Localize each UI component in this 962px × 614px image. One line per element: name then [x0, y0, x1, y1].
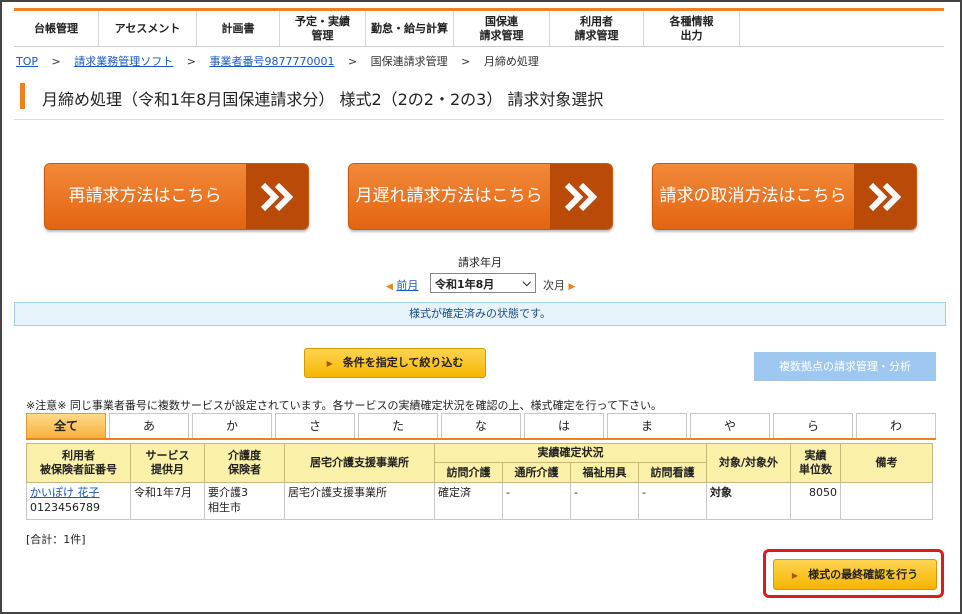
cell-visit-nursing: -: [638, 482, 707, 520]
billing-month-select[interactable]: 令和1年8月 ⌵: [430, 273, 536, 293]
cell-visit-care: 確定済: [434, 482, 503, 520]
tab-underline: [26, 438, 936, 440]
tab-na[interactable]: な: [441, 413, 521, 438]
triangle-left-icon: ◀: [386, 282, 393, 292]
tab-ka[interactable]: か: [192, 413, 272, 438]
breadcrumb-separator: >: [347, 55, 358, 68]
rebill-method-label: 再請求方法はこちら: [68, 186, 222, 206]
tab-ya[interactable]: や: [690, 413, 770, 438]
tab-wa[interactable]: わ: [856, 413, 936, 438]
breadcrumb-separator: >: [51, 55, 61, 68]
care-level: 要介護3: [208, 486, 248, 499]
rebill-method-button[interactable]: 再請求方法はこちら: [44, 163, 309, 230]
nav-schedule[interactable]: 予定・実績 管理: [280, 11, 366, 46]
nav-national-billing[interactable]: 国保連 請求管理: [454, 11, 550, 46]
breadcrumb-office-number[interactable]: 事業者番号9877770001: [209, 55, 334, 68]
tab-sa[interactable]: さ: [275, 413, 355, 438]
cell-target: 対象: [706, 482, 791, 520]
header-care-level: 介護度 保険者: [204, 443, 285, 483]
cell-office: 居宅介護支援事業所: [284, 482, 435, 520]
header-office: 居宅介護支援事業所: [284, 443, 435, 483]
filter-conditions-button[interactable]: ▶ 条件を指定して絞り込む: [304, 348, 486, 378]
multi-site-analysis-button[interactable]: 複数拠点の請求管理・分析: [754, 352, 936, 381]
tab-all[interactable]: 全て: [26, 413, 106, 438]
status-banner: 様式が確定済みの状態です。: [14, 302, 946, 326]
next-month: 次月 ▶: [543, 277, 575, 293]
insurer: 相生市: [208, 501, 241, 514]
nav-divider: [14, 46, 944, 47]
insured-number: 0123456789: [30, 501, 100, 514]
header-service-month: サービス 提供月: [130, 443, 205, 483]
double-chevron-right-icon: [564, 182, 598, 212]
tab-ta[interactable]: た: [358, 413, 438, 438]
double-chevron-right-icon: [260, 182, 294, 212]
nav-output[interactable]: 各種情報 出力: [644, 11, 740, 46]
triangle-right-icon: ▶: [791, 571, 799, 580]
notice-text: ※注意※ 同じ事業者番号に複数サービスが設定されています。各サービスの実績確定状…: [26, 399, 662, 412]
cell-user: かいぽけ 花子 0123456789: [26, 482, 131, 520]
cancel-billing-method-label: 請求の取消方法はこちら: [659, 186, 847, 206]
billing-target-table: 利用者 被保険者証番号 サービス 提供月 介護度 保険者 居宅介護支援事業所 実…: [26, 443, 933, 520]
header-remarks: 備考: [840, 443, 933, 483]
late-billing-method-label: 月遅れ請求方法はこちら: [355, 186, 543, 206]
late-billing-method-button[interactable]: 月遅れ請求方法はこちら: [348, 163, 613, 230]
billing-month-label: 請求年月: [458, 256, 502, 269]
total-count: [合計：1件]: [26, 533, 86, 546]
breadcrumb-billing-software[interactable]: 請求業務管理ソフト: [74, 55, 173, 68]
cell-remarks: [840, 482, 933, 520]
cell-welfare: -: [570, 482, 639, 520]
next-month-label: 次月: [543, 279, 565, 292]
nav-assessment[interactable]: アセスメント: [99, 11, 197, 46]
page-title-box: 月締め処理（令和1年8月国保連請求分） 様式2（2の2・2の3） 請求対象選択: [14, 74, 944, 120]
cell-service-month: 令和1年7月: [130, 482, 205, 520]
prev-month[interactable]: ◀ 前月: [386, 277, 418, 293]
cell-units: 8050: [790, 482, 841, 520]
final-confirm-button[interactable]: ▶ 様式の最終確認を行う: [773, 559, 937, 590]
double-chevron-right-icon: [868, 182, 902, 212]
tab-a[interactable]: あ: [109, 413, 189, 438]
cell-care-level: 要介護3 相生市: [204, 482, 285, 520]
tab-ma[interactable]: ま: [607, 413, 687, 438]
header-target: 対象/対象外: [706, 443, 791, 483]
header-visit-nursing: 訪問看護: [638, 462, 707, 483]
breadcrumb: TOP > 請求業務管理ソフト > 事業者番号9877770001 > 国保連請…: [16, 53, 539, 69]
top-nav: 台帳管理 アセスメント 計画書 予定・実績 管理 勤怠・給与計算 国保連 請求管…: [14, 8, 944, 46]
breadcrumb-separator: >: [461, 55, 471, 68]
header-visit-care: 訪問介護: [434, 462, 503, 483]
nav-user-billing[interactable]: 利用者 請求管理: [550, 11, 644, 46]
triangle-right-icon: ▶: [326, 359, 333, 368]
header-status-group: 実績確定状況: [434, 443, 707, 463]
billing-month-value: 令和1年8月: [435, 278, 495, 291]
breadcrumb-separator: >: [186, 55, 196, 68]
title-accent-bar: [20, 83, 25, 109]
header-day-care: 通所介護: [502, 462, 571, 483]
filter-conditions-label: 条件を指定して絞り込む: [342, 356, 464, 369]
nav-ledger[interactable]: 台帳管理: [14, 11, 99, 46]
nav-plan[interactable]: 計画書: [197, 11, 280, 46]
kana-tabs: 全て あ か さ た な は ま や ら わ: [26, 413, 936, 438]
chevron-down-icon: ⌵: [522, 276, 531, 289]
table-row: かいぽけ 花子 0123456789 令和1年7月 要介護3 相生市 居宅介護支…: [26, 482, 933, 520]
header-user: 利用者 被保険者証番号: [26, 443, 131, 483]
tab-ra[interactable]: ら: [773, 413, 853, 438]
header-welfare: 福祉用具: [570, 462, 639, 483]
user-name-link[interactable]: かいぽけ 花子: [30, 486, 100, 499]
tab-ha[interactable]: は: [524, 413, 604, 438]
breadcrumb-top[interactable]: TOP: [16, 55, 38, 68]
triangle-right-icon: ▶: [568, 282, 576, 292]
prev-month-link[interactable]: 前月: [396, 279, 418, 292]
final-confirm-label: 様式の最終確認を行う: [808, 568, 919, 581]
breadcrumb-current: 月締め処理: [483, 55, 539, 68]
cancel-billing-method-button[interactable]: 請求の取消方法はこちら: [652, 163, 917, 230]
breadcrumb-national-billing: 国保連請求管理: [370, 55, 448, 68]
header-units: 実績 単位数: [790, 443, 841, 483]
nav-attendance[interactable]: 勤怠・給与計算: [366, 11, 454, 46]
page-title: 月締め処理（令和1年8月国保連請求分） 様式2（2の2・2の3） 請求対象選択: [42, 90, 604, 109]
cell-day-care: -: [502, 482, 571, 520]
